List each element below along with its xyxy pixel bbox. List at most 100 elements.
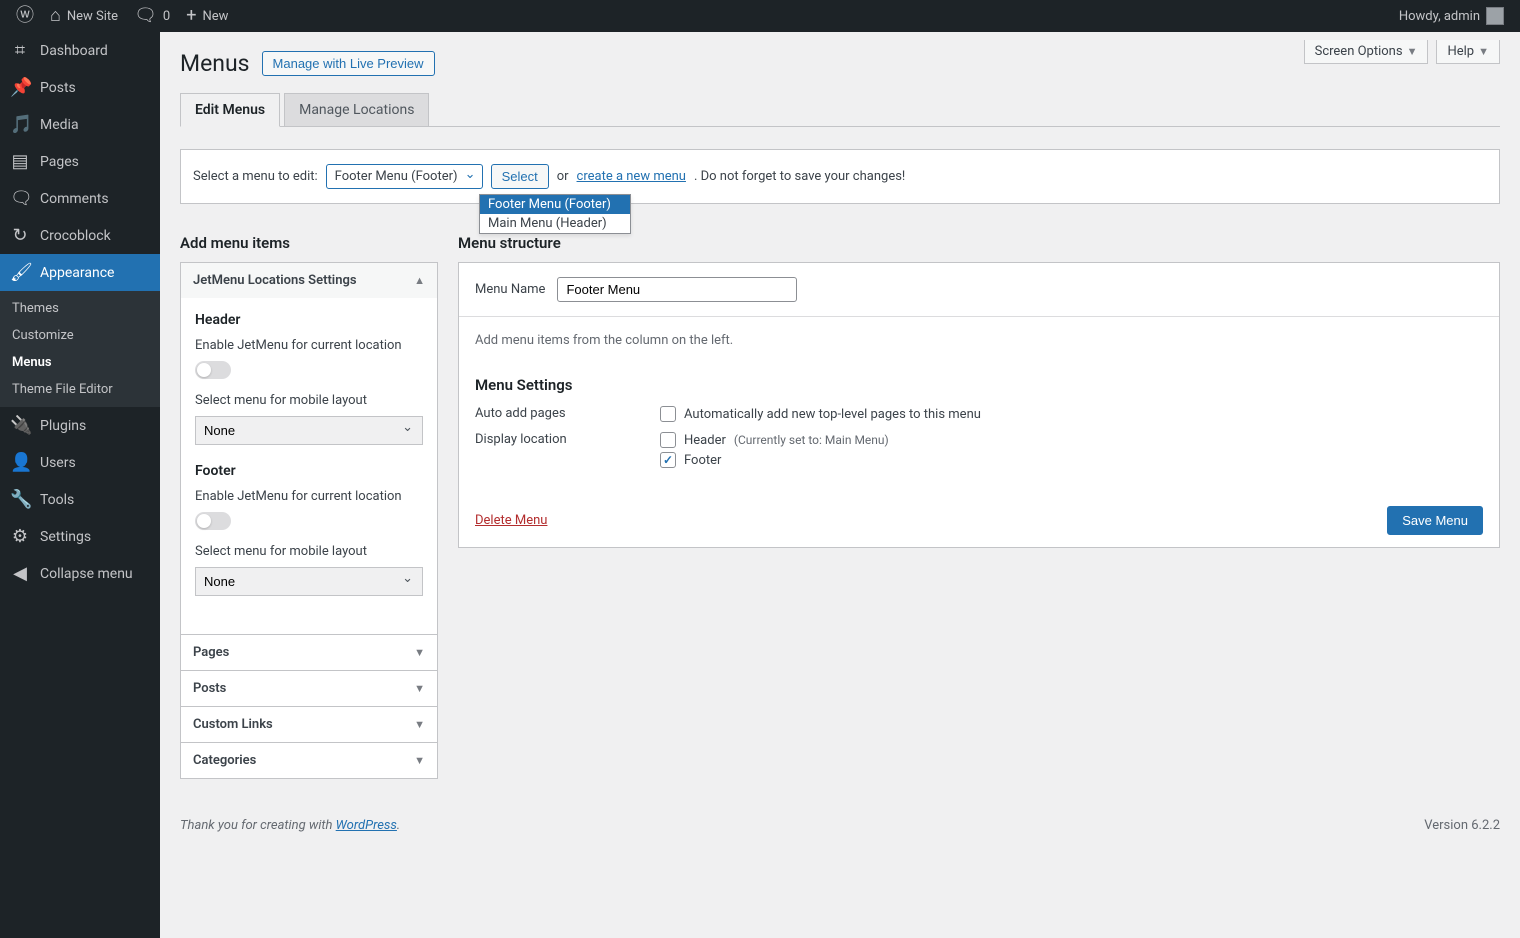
- header-toggle[interactable]: [195, 361, 231, 379]
- pin-icon: 📌: [10, 77, 30, 98]
- reminder-text: . Do not forget to save your changes!: [694, 169, 905, 184]
- select-button[interactable]: Select: [491, 164, 549, 189]
- location-footer-checkbox[interactable]: [660, 452, 676, 468]
- menu-media[interactable]: 🎵Media: [0, 106, 160, 143]
- menu-dashboard[interactable]: ⌗Dashboard: [0, 32, 160, 69]
- display-location-label: Display location: [475, 432, 660, 447]
- dashboard-icon: ⌗: [10, 40, 30, 61]
- tab-manage-locations[interactable]: Manage Locations: [284, 93, 429, 127]
- jetmenu-header-label: Header: [195, 312, 423, 328]
- create-menu-link[interactable]: create a new menu: [577, 169, 686, 184]
- menu-settings[interactable]: ⚙Settings: [0, 518, 160, 555]
- menu-name-input[interactable]: [557, 277, 797, 302]
- sub-menus[interactable]: Menus: [0, 349, 160, 376]
- menu-posts[interactable]: 📌Posts: [0, 69, 160, 106]
- wp-logo[interactable]: ⓦ: [8, 0, 42, 32]
- chevron-up-icon: ▲: [414, 274, 425, 287]
- gear-icon: ⚙: [10, 526, 30, 547]
- menu-comments[interactable]: 🗨Comments: [0, 180, 160, 217]
- page-icon: ▤: [10, 151, 30, 172]
- home-icon: ⌂: [50, 7, 61, 25]
- menu-select[interactable]: Footer Menu (Footer): [326, 164, 483, 189]
- sub-customize[interactable]: Customize: [0, 322, 160, 349]
- help-button[interactable]: Help▼: [1436, 40, 1500, 64]
- page-title: Menus: [180, 50, 250, 77]
- categories-panel-header[interactable]: Categories▼: [181, 743, 437, 778]
- croco-icon: ↻: [10, 225, 30, 246]
- add-items-title: Add menu items: [180, 234, 438, 252]
- mobile-menu-label: Select menu for mobile layout: [195, 393, 423, 408]
- comment-icon: 🗨: [134, 7, 157, 25]
- nav-tabs: Edit Menus Manage Locations: [180, 93, 1500, 127]
- avatar-icon: [1486, 7, 1504, 25]
- menu-plugins[interactable]: 🔌Plugins: [0, 407, 160, 444]
- menu-dropdown: Footer Menu (Footer) Main Menu (Header): [479, 194, 631, 234]
- jetmenu-footer-label: Footer: [195, 463, 423, 479]
- live-preview-button[interactable]: Manage with Live Preview: [262, 51, 435, 76]
- menu-hint: Add menu items from the column on the le…: [475, 333, 1483, 348]
- posts-panel-header[interactable]: Posts▼: [181, 671, 437, 706]
- comments-link[interactable]: 🗨0: [126, 0, 178, 32]
- auto-add-checkbox[interactable]: [660, 406, 676, 422]
- wordpress-icon: ⓦ: [16, 7, 34, 25]
- auto-add-label: Auto add pages: [475, 406, 660, 421]
- custom-links-panel-header[interactable]: Custom Links▼: [181, 707, 437, 742]
- wrench-icon: 🔧: [10, 489, 30, 510]
- wordpress-link[interactable]: WordPress: [336, 818, 397, 833]
- collapse-icon: ◀: [10, 563, 30, 584]
- menu-structure-title: Menu structure: [458, 234, 1500, 252]
- menu-structure-box: Menu Name Add menu items from the column…: [458, 262, 1500, 548]
- chevron-down-icon: ▼: [1478, 45, 1489, 58]
- pages-panel-header[interactable]: Pages▼: [181, 635, 437, 670]
- sub-editor[interactable]: Theme File Editor: [0, 376, 160, 403]
- menu-name-label: Menu Name: [475, 282, 545, 297]
- dropdown-option[interactable]: Main Menu (Header): [480, 214, 630, 233]
- menu-select-row: Select a menu to edit: Footer Menu (Foot…: [180, 149, 1500, 204]
- menu-appearance[interactable]: 🖌Appearance: [0, 254, 160, 291]
- chevron-down-icon: ▼: [414, 754, 425, 767]
- header-mobile-select[interactable]: None: [195, 416, 423, 445]
- dropdown-option[interactable]: Footer Menu (Footer): [480, 195, 630, 214]
- select-menu-label: Select a menu to edit:: [193, 169, 318, 184]
- enable-jetmenu-label: Enable JetMenu for current location: [195, 489, 423, 504]
- tab-edit-menus[interactable]: Edit Menus: [180, 93, 280, 127]
- location-footer-text: Footer: [684, 453, 721, 468]
- new-link[interactable]: +New: [178, 0, 236, 32]
- version-text: Version 6.2.2: [1424, 818, 1500, 833]
- menu-users[interactable]: 👤Users: [0, 444, 160, 481]
- footer-toggle[interactable]: [195, 512, 231, 530]
- howdy-link[interactable]: Howdy, admin: [1391, 0, 1512, 32]
- user-icon: 👤: [10, 452, 30, 473]
- footer-mobile-select[interactable]: None: [195, 567, 423, 596]
- jetmenu-panel: JetMenu Locations Settings ▲ Header Enab…: [180, 262, 438, 635]
- comment-icon: 🗨: [10, 188, 30, 209]
- appearance-submenu: Themes Customize Menus Theme File Editor: [0, 291, 160, 407]
- collapse-menu[interactable]: ◀Collapse menu: [0, 555, 160, 592]
- chevron-down-icon: ▼: [414, 718, 425, 731]
- posts-panel: Posts▼: [180, 670, 438, 707]
- categories-panel: Categories▼: [180, 742, 438, 779]
- page-footer: Thank you for creating with WordPress. V…: [180, 818, 1500, 833]
- chevron-down-icon: ▼: [414, 646, 425, 659]
- menu-pages[interactable]: ▤Pages: [0, 143, 160, 180]
- plus-icon: +: [186, 7, 196, 25]
- location-header-sub: (Currently set to: Main Menu): [734, 433, 889, 447]
- chevron-down-icon: ▼: [414, 682, 425, 695]
- location-header-checkbox[interactable]: [660, 432, 676, 448]
- enable-jetmenu-label: Enable JetMenu for current location: [195, 338, 423, 353]
- delete-menu-link[interactable]: Delete Menu: [475, 513, 547, 528]
- or-text: or: [557, 169, 569, 184]
- media-icon: 🎵: [10, 114, 30, 135]
- brush-icon: 🖌: [10, 262, 30, 283]
- menu-crocoblock[interactable]: ↻Crocoblock: [0, 217, 160, 254]
- location-header-text: Header: [684, 433, 726, 448]
- sub-themes[interactable]: Themes: [0, 295, 160, 322]
- menu-tools[interactable]: 🔧Tools: [0, 481, 160, 518]
- site-link[interactable]: ⌂New Site: [42, 0, 126, 32]
- save-menu-button[interactable]: Save Menu: [1387, 506, 1483, 535]
- screen-options-button[interactable]: Screen Options▼: [1304, 40, 1429, 64]
- pages-panel: Pages▼: [180, 634, 438, 671]
- jetmenu-panel-header[interactable]: JetMenu Locations Settings ▲: [181, 263, 437, 298]
- auto-add-text: Automatically add new top-level pages to…: [684, 407, 981, 422]
- custom-links-panel: Custom Links▼: [180, 706, 438, 743]
